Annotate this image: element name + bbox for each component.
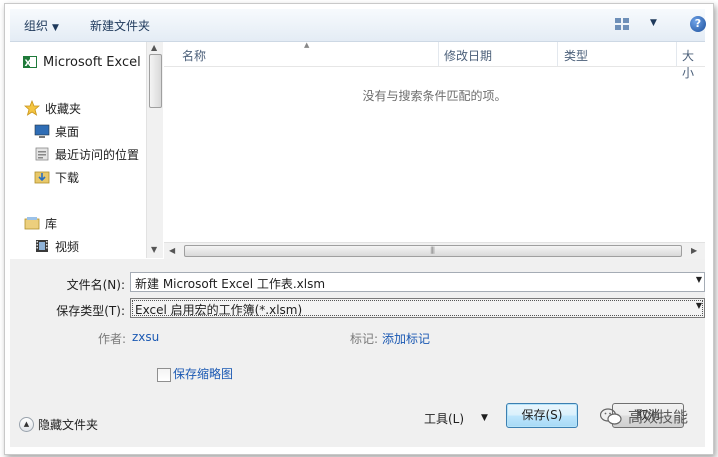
filename-value: 新建 Microsoft Excel 工作表.xlsm <box>135 277 326 291</box>
column-divider[interactable] <box>438 42 439 66</box>
nav-item-recent-places[interactable]: 最近访问的位置 <box>34 145 139 163</box>
tools-menu[interactable]: 工具(L) <box>424 410 464 427</box>
author-value[interactable]: zxsu <box>132 330 159 344</box>
desktop-icon <box>34 123 50 139</box>
organize-menu[interactable]: 组织 ▼ <box>24 17 59 34</box>
column-divider[interactable] <box>676 42 677 66</box>
tools-chevron-down-icon[interactable]: ▼ <box>481 413 488 423</box>
navigation-pane: X Microsoft Excel 收藏夹 桌面 最近访问的位置 下载 库 视频 <box>10 42 160 258</box>
toolbar: 组织 ▼ 新建文件夹 ▼ ? <box>10 9 706 42</box>
filetype-value: Excel 启用宏的工作簿(*.xlsm) <box>135 303 303 317</box>
chevron-down-icon: ▼ <box>52 23 59 33</box>
svg-text:X: X <box>25 59 32 69</box>
filename-label: 文件名(N): <box>66 278 125 292</box>
save-thumbnail-checkbox[interactable] <box>157 368 171 382</box>
scroll-left-icon[interactable]: ◀ <box>169 246 175 255</box>
download-icon <box>34 169 50 185</box>
file-list: ▲ 名称 修改日期 类型 大小 没有与搜索条件匹配的项。 <box>164 41 705 258</box>
nav-item-videos[interactable]: 视频 <box>34 237 79 255</box>
nav-item-label: Microsoft Excel <box>43 54 141 70</box>
new-folder-button[interactable]: 新建文件夹 <box>90 17 150 34</box>
nav-item-desktop[interactable]: 桌面 <box>34 122 79 140</box>
collapse-up-icon[interactable]: ▲ <box>19 417 34 432</box>
nav-item-label: 视频 <box>55 239 80 254</box>
tags-label: 标记: <box>350 332 379 346</box>
column-name[interactable]: 名称 <box>182 47 206 64</box>
scroll-up-icon[interactable]: ▲ <box>151 43 157 52</box>
watermark-text: 高效技能 <box>628 408 689 426</box>
author-label: 作者: <box>98 332 127 346</box>
add-tags-link[interactable]: 添加标记 <box>382 330 430 347</box>
scrollbar-thumb[interactable] <box>149 54 162 108</box>
nav-item-label: 库 <box>45 216 58 231</box>
filename-input[interactable]: 新建 Microsoft Excel 工作表.xlsm ▼ <box>130 272 705 292</box>
save-thumbnail-label[interactable]: 保存缩略图 <box>173 365 233 382</box>
nav-item-label: 最近访问的位置 <box>55 147 140 162</box>
nav-item-favorites[interactable]: 收藏夹 <box>23 99 82 117</box>
nav-item-microsoft-excel[interactable]: X Microsoft Excel <box>22 53 141 71</box>
nav-item-label: 下载 <box>55 170 80 185</box>
star-icon <box>23 99 41 116</box>
scroll-down-icon[interactable]: ▼ <box>151 245 157 254</box>
view-options-icon[interactable] <box>614 17 630 31</box>
filetype-label: 保存类型(T): <box>56 304 125 318</box>
video-icon <box>34 238 50 254</box>
nav-vertical-scrollbar[interactable]: ▲ ▼ <box>146 42 163 258</box>
list-horizontal-scrollbar[interactable]: ◀ ||| ▶ <box>164 242 705 259</box>
column-type[interactable]: 类型 <box>564 47 588 64</box>
organize-label: 组织 <box>24 19 49 33</box>
column-size[interactable]: 大小 <box>682 47 705 81</box>
column-date-modified[interactable]: 修改日期 <box>444 47 492 64</box>
scroll-right-icon[interactable]: ▶ <box>691 246 697 255</box>
scrollbar-thumb[interactable]: ||| <box>184 245 682 257</box>
nav-item-label: 收藏夹 <box>45 101 82 116</box>
sort-ascending-icon: ▲ <box>304 41 310 49</box>
nav-item-libraries[interactable]: 库 <box>24 214 57 232</box>
filename-dropdown-icon[interactable]: ▼ <box>696 275 702 284</box>
wechat-icon <box>599 407 622 426</box>
filetype-select[interactable]: Excel 启用宏的工作簿(*.xlsm) ▼ <box>130 298 705 318</box>
hide-folders-button[interactable]: 隐藏文件夹 <box>38 416 98 433</box>
view-chevron-down-icon[interactable]: ▼ <box>650 18 657 28</box>
nav-item-label: 桌面 <box>55 124 80 139</box>
save-button[interactable]: 保存(S) <box>506 403 578 428</box>
nav-item-downloads[interactable]: 下载 <box>34 168 79 186</box>
grip-icon: ||| <box>430 246 435 254</box>
column-header-row: ▲ 名称 修改日期 类型 大小 <box>164 41 705 80</box>
filetype-dropdown-icon[interactable]: ▼ <box>696 301 702 310</box>
recent-places-icon <box>34 146 50 162</box>
column-divider[interactable] <box>557 42 558 66</box>
excel-icon: X <box>22 54 38 70</box>
watermark: 高效技能 <box>599 406 689 427</box>
empty-message: 没有与搜索条件匹配的项。 <box>362 89 507 103</box>
library-icon <box>24 215 40 231</box>
help-icon[interactable]: ? <box>690 16 706 32</box>
